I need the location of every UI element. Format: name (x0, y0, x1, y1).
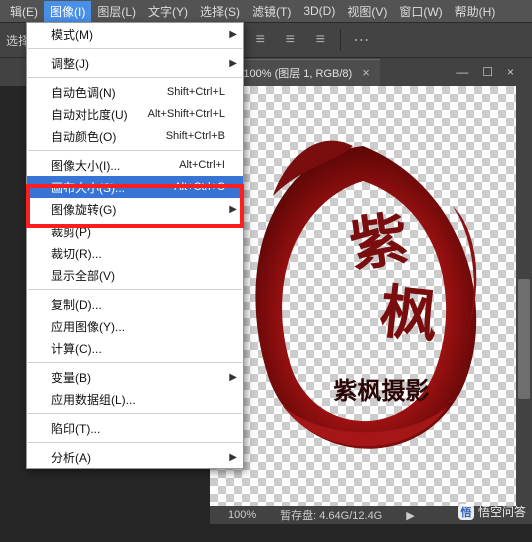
menu-window[interactable]: 窗口(W) (393, 1, 448, 22)
submenu-arrow-icon: ▶ (229, 372, 237, 383)
menu-auto-contrast[interactable]: 自动对比度(U)Alt+Shift+Ctrl+L (27, 103, 243, 125)
menu-image[interactable]: 图像(I) (44, 1, 91, 22)
zoom-level[interactable]: 100% (218, 509, 256, 521)
svg-text:枫: 枫 (377, 279, 441, 350)
menu-image-rotation[interactable]: 图像旋转(G)▶ (27, 198, 243, 220)
menu-adjustments[interactable]: 调整(J)▶ (27, 52, 243, 74)
canvas-area: 紫 枫 紫枫摄影 100% 暂存盘: 4.64G/12.4G ▶ (210, 86, 516, 524)
close-icon[interactable]: × (362, 65, 370, 80)
canvas[interactable]: 紫 枫 紫枫摄影 (210, 86, 516, 506)
image-menu-dropdown: 模式(M)▶ 调整(J)▶ 自动色调(N)Shift+Ctrl+L 自动对比度(… (26, 22, 244, 469)
menu-duplicate[interactable]: 复制(D)... (27, 293, 243, 315)
menu-analysis[interactable]: 分析(A)▶ (27, 446, 243, 468)
menu-type[interactable]: 文字(Y) (142, 1, 194, 22)
menu-apply-image[interactable]: 应用图像(Y)... (27, 315, 243, 337)
scratch-disk: 暂存盘: 4.64G/12.4G (280, 507, 382, 523)
menu-view[interactable]: 视图(V) (341, 1, 393, 22)
menu-auto-tone[interactable]: 自动色调(N)Shift+Ctrl+L (27, 81, 243, 103)
submenu-arrow-icon: ▶ (229, 58, 237, 69)
distribute-space-icon[interactable]: ≡ (307, 27, 333, 53)
window-close-icon[interactable]: × (507, 65, 514, 79)
menu-help[interactable]: 帮助(H) (449, 1, 502, 22)
menu-bar: 辑(E) 图像(I) 图层(L) 文字(Y) 选择(S) 滤镜(T) 3D(D)… (0, 0, 532, 22)
distribute-v-icon[interactable]: ≡ (277, 27, 303, 53)
submenu-arrow-icon: ▶ (229, 29, 237, 40)
submenu-arrow-icon: ▶ (229, 452, 237, 463)
logo-caption: 紫枫摄影 (333, 371, 429, 406)
vertical-scrollbar[interactable] (516, 86, 532, 524)
menu-calculations[interactable]: 计算(C)... (27, 337, 243, 359)
submenu-arrow-icon: ▶ (229, 204, 237, 215)
menu-trim[interactable]: 裁切(R)... (27, 242, 243, 264)
window-minimize-icon[interactable]: — (456, 65, 468, 79)
chevron-right-icon[interactable]: ▶ (406, 509, 414, 522)
menu-reveal-all[interactable]: 显示全部(V) (27, 264, 243, 286)
scrollbar-thumb[interactable] (518, 279, 530, 399)
menu-crop[interactable]: 裁剪(P) (27, 220, 243, 242)
menu-layer[interactable]: 图层(L) (91, 1, 142, 22)
menu-apply-dataset[interactable]: 应用数据组(L)... (27, 388, 243, 410)
distribute-h-icon[interactable]: ≡ (247, 27, 273, 53)
menu-variables[interactable]: 变量(B)▶ (27, 366, 243, 388)
artwork: 紫 枫 (210, 86, 516, 506)
watermark-icon: 悟 (458, 504, 474, 520)
menu-image-size[interactable]: 图像大小(I)...Alt+Ctrl+I (27, 154, 243, 176)
menu-3d[interactable]: 3D(D) (297, 2, 341, 20)
menu-select[interactable]: 选择(S) (194, 1, 246, 22)
watermark: 悟 悟空问答 (458, 503, 526, 520)
window-maximize-icon[interactable]: ☐ (482, 65, 493, 79)
menu-trap[interactable]: 陷印(T)... (27, 417, 243, 439)
menu-canvas-size[interactable]: 画布大小(S)...Alt+Ctrl+C (27, 176, 243, 198)
menu-edit[interactable]: 辑(E) (4, 1, 44, 22)
menu-mode[interactable]: 模式(M)▶ (27, 23, 243, 45)
watermark-text: 悟空问答 (478, 503, 526, 520)
menu-filter[interactable]: 滤镜(T) (246, 1, 297, 22)
more-icon[interactable]: ⋯ (348, 27, 374, 53)
svg-text:紫: 紫 (346, 206, 412, 278)
menu-auto-color[interactable]: 自动颜色(O)Shift+Ctrl+B (27, 125, 243, 147)
